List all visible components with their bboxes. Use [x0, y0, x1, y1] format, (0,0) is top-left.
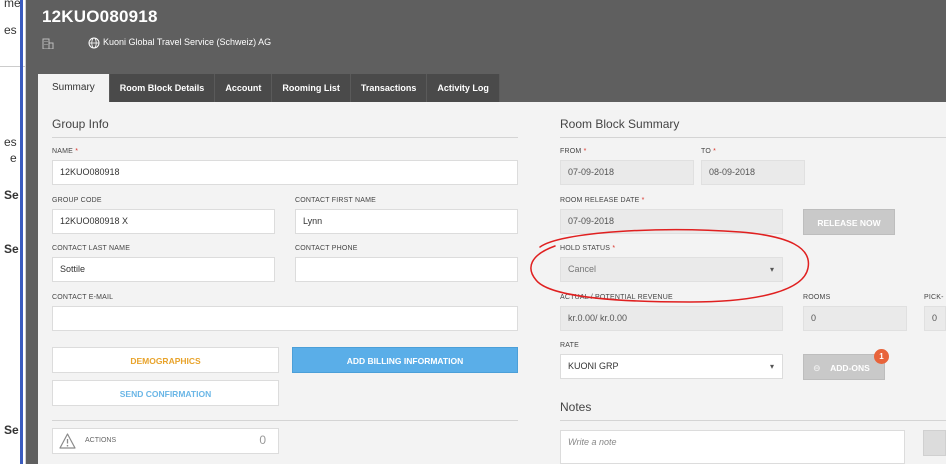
chevron-down-icon: ▾: [769, 265, 774, 274]
name-label: NAME *: [52, 148, 79, 155]
chevron-down-icon: ▾: [769, 362, 774, 371]
hold-status-select[interactable]: Cancel ▾: [560, 257, 783, 282]
add-ons-icon: ⊖: [813, 363, 821, 373]
rate-select[interactable]: KUONI GRP ▾: [560, 354, 783, 379]
tab-activity-log[interactable]: Activity Log: [427, 74, 500, 102]
actions-label: ACTIONS: [85, 437, 117, 444]
required-marker: *: [641, 197, 645, 204]
name-field[interactable]: 12KUO080918: [52, 160, 518, 185]
required-marker: *: [583, 148, 587, 155]
rooms-field: 0: [803, 306, 907, 331]
company-name: Kuoni Global Travel Service (Schweiz) AG: [103, 37, 272, 47]
warning-icon: [59, 433, 76, 449]
required-marker: *: [75, 148, 79, 155]
background-text: Se: [4, 423, 19, 437]
from-date-field[interactable]: 07-09-2018: [560, 160, 694, 185]
contact-email-field[interactable]: [52, 306, 518, 331]
to-label: TO *: [701, 148, 717, 155]
hold-status-value: Cancel: [568, 264, 597, 274]
group-info-title: Group Info: [52, 117, 109, 131]
actions-bar[interactable]: ACTIONS 0: [52, 428, 279, 454]
revenue-field: kr.0.00/ kr.0.00: [560, 306, 783, 331]
add-ons-badge: 1: [874, 349, 889, 364]
section-divider: [560, 137, 946, 138]
add-ons-button[interactable]: ⊖ ADD-ONS: [803, 354, 885, 380]
group-code-field[interactable]: 12KUO080918 X: [52, 209, 275, 234]
add-billing-information-button[interactable]: ADD BILLING INFORMATION: [292, 347, 518, 373]
tab-bar: Summary Room Block Details Account Roomi…: [38, 74, 500, 102]
to-date-field[interactable]: 08-09-2018: [701, 160, 805, 185]
add-note-button[interactable]: [923, 430, 946, 456]
contact-phone-label: CONTACT PHONE: [295, 245, 358, 252]
revenue-label: ACTUAL / POTENTIAL REVENUE: [560, 294, 673, 301]
tab-transactions[interactable]: Transactions: [350, 74, 428, 102]
add-ons-label: ADD-ONS: [830, 363, 870, 373]
building-icon: [42, 38, 54, 49]
room-block-summary-title: Room Block Summary: [560, 117, 680, 131]
summary-panel: Group Info NAME * 12KUO080918 GROUP CODE…: [38, 102, 946, 464]
rate-label: RATE: [560, 342, 579, 349]
group-modal: 12KUO080918 Kuoni Global Travel Service …: [26, 0, 946, 464]
release-now-button[interactable]: RELEASE NOW: [803, 209, 895, 235]
background-edge: [20, 0, 23, 464]
contact-last-name-field[interactable]: Sottile: [52, 257, 275, 282]
background-text: Se: [4, 242, 19, 256]
tab-account[interactable]: Account: [215, 74, 273, 102]
from-label: FROM *: [560, 148, 587, 155]
background-text: e: [10, 151, 17, 165]
contact-first-name-field[interactable]: Lynn: [295, 209, 518, 234]
room-release-date-field[interactable]: 07-09-2018: [560, 209, 783, 234]
tab-rooming-list[interactable]: Rooming List: [272, 74, 351, 102]
modal-header: 12KUO080918 Kuoni Global Travel Service …: [26, 0, 946, 70]
page-title: 12KUO080918: [42, 7, 158, 26]
demographics-button[interactable]: DEMOGRAPHICS: [52, 347, 279, 373]
hold-status-label: HOLD STATUS *: [560, 245, 616, 252]
rooms-label: ROOMS: [803, 294, 831, 301]
background-text: me: [4, 0, 21, 10]
section-divider: [52, 137, 518, 138]
background-text: Se: [4, 188, 19, 202]
contact-email-label: CONTACT E-MAIL: [52, 294, 114, 301]
required-marker: *: [713, 148, 717, 155]
notes-input[interactable]: Write a note: [560, 430, 905, 464]
contact-first-name-label: CONTACT FIRST NAME: [295, 197, 376, 204]
required-marker: *: [612, 245, 616, 252]
tab-room-block-details[interactable]: Room Block Details: [109, 74, 216, 102]
background-text: es: [4, 135, 17, 149]
pickup-label: PICK-: [924, 294, 944, 301]
group-code-label: GROUP CODE: [52, 197, 102, 204]
section-divider: [560, 420, 946, 421]
rate-value: KUONI GRP: [568, 361, 619, 371]
contact-phone-field[interactable]: [295, 257, 518, 282]
actions-count: 0: [259, 433, 266, 447]
pickup-field: 0: [924, 306, 946, 331]
send-confirmation-button[interactable]: SEND CONFIRMATION: [52, 380, 279, 406]
contact-last-name-label: CONTACT LAST NAME: [52, 245, 131, 252]
globe-icon: [88, 37, 100, 49]
section-divider: [52, 420, 518, 421]
room-release-date-label: ROOM RELEASE DATE *: [560, 197, 645, 204]
background-page: me es es e Se Se Se: [0, 0, 26, 464]
notes-title: Notes: [560, 400, 592, 414]
background-text: es: [4, 23, 17, 37]
tab-summary[interactable]: Summary: [38, 74, 110, 102]
